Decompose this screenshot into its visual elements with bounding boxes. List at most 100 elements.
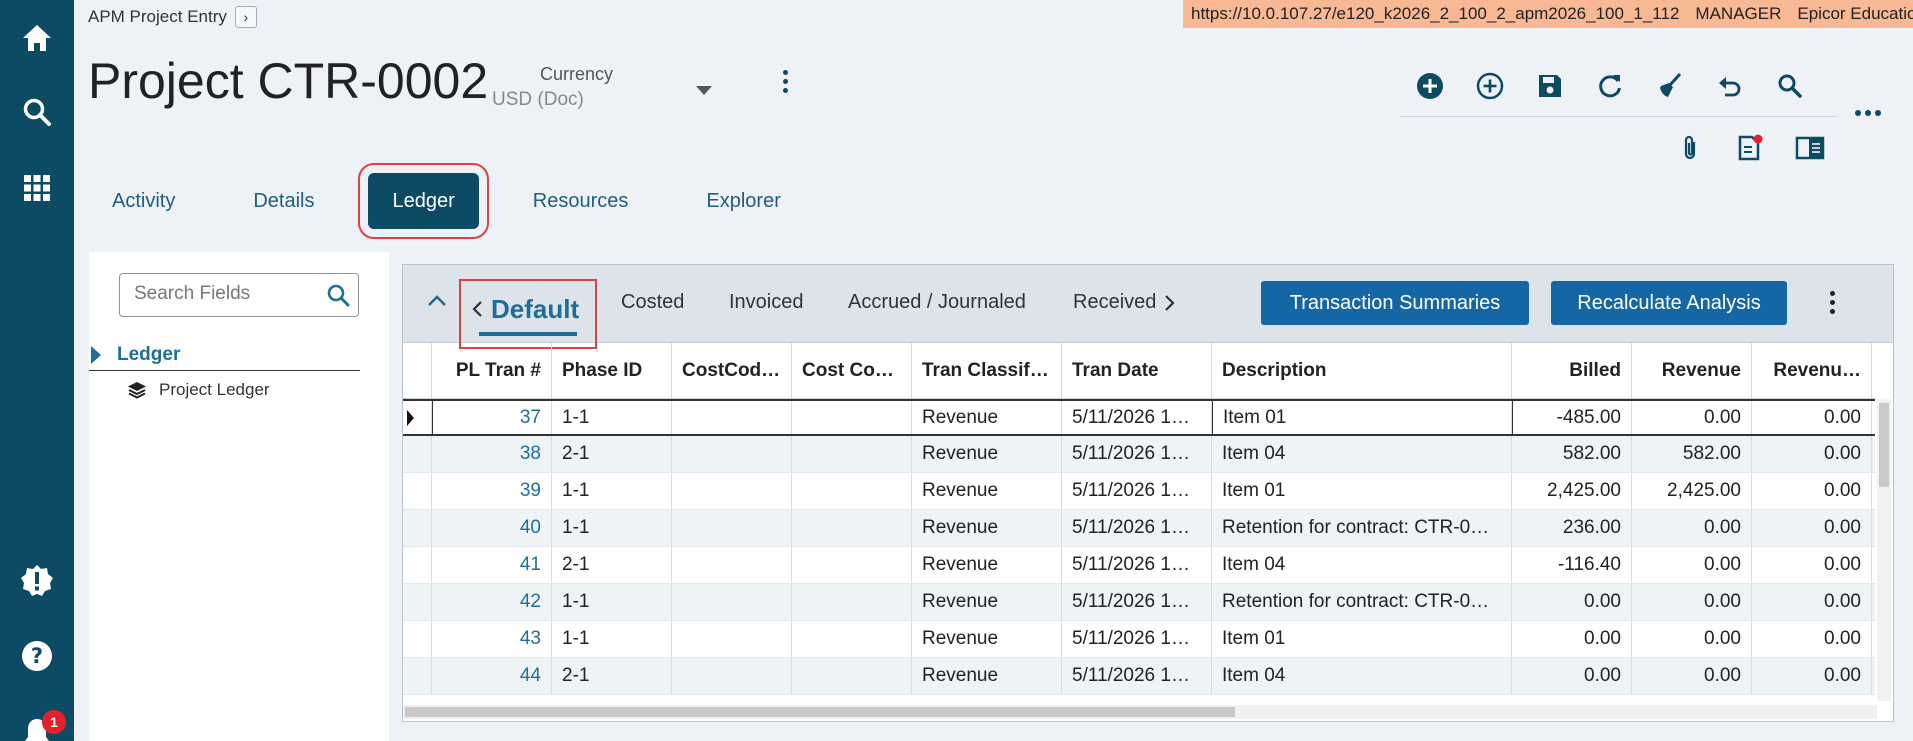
- vertical-scrollbar[interactable]: [1877, 399, 1891, 701]
- billed-cell[interactable]: 582.00: [1512, 436, 1632, 472]
- tab-activity[interactable]: Activity: [88, 173, 199, 229]
- currency-value[interactable]: USD (Doc): [492, 89, 717, 111]
- currency-field[interactable]: Currency USD (Doc): [492, 64, 717, 111]
- revenue-extra-cell[interactable]: 0.00: [1752, 436, 1872, 472]
- cost-component-cell[interactable]: [792, 436, 912, 472]
- grid-tab-costed[interactable]: Costed: [621, 291, 684, 314]
- revenue-extra-cell[interactable]: 0.00: [1752, 584, 1872, 620]
- pl-tran-cell[interactable]: 39: [432, 473, 552, 509]
- caret-right-icon[interactable]: [91, 346, 101, 364]
- table-row[interactable]: 44 2-1 Revenue 5/11/2026 1… Item 04 0.00 0.00 0…: [403, 658, 1875, 695]
- description-cell[interactable]: Item 04: [1212, 436, 1512, 472]
- column-header[interactable]: Tran Classif…: [912, 343, 1062, 398]
- home-icon[interactable]: [17, 18, 57, 58]
- pl-tran-cell[interactable]: 40: [432, 510, 552, 546]
- revenue-cell[interactable]: 582.00: [1632, 436, 1752, 472]
- search-icon[interactable]: [326, 283, 350, 312]
- phase-id-cell[interactable]: 1-1: [552, 584, 672, 620]
- chevron-left-icon[interactable]: [471, 300, 483, 318]
- phase-id-cell[interactable]: 2-1: [552, 436, 672, 472]
- cost-component-cell[interactable]: [792, 510, 912, 546]
- tran-date-cell[interactable]: 5/11/2026 1…: [1062, 436, 1212, 472]
- column-header[interactable]: Revenu…: [1752, 343, 1872, 398]
- revenue-cell[interactable]: 0.00: [1632, 621, 1752, 657]
- table-row[interactable]: 40 1-1 Revenue 5/11/2026 1… Retention for co…: [403, 510, 1875, 547]
- horizontal-scrollbar[interactable]: [403, 705, 1877, 719]
- more-vertical-icon[interactable]: [1825, 291, 1839, 319]
- row-selector[interactable]: [403, 473, 432, 509]
- description-cell[interactable]: Item 04: [1212, 658, 1512, 694]
- column-header[interactable]: Billed: [1512, 343, 1632, 398]
- pl-tran-cell[interactable]: 41: [432, 547, 552, 583]
- tree-section-ledger[interactable]: Ledger: [89, 340, 360, 371]
- column-header[interactable]: Tran Date: [1062, 343, 1212, 398]
- revenue-cell[interactable]: 0.00: [1632, 401, 1752, 434]
- revenue-cell[interactable]: 0.00: [1632, 547, 1752, 583]
- cost-component-cell[interactable]: [792, 621, 912, 657]
- panel-icon[interactable]: [1780, 128, 1840, 168]
- column-header[interactable]: Cost Co…: [792, 343, 912, 398]
- column-header[interactable]: PL Tran #: [432, 343, 552, 398]
- cost-code-cell[interactable]: [672, 584, 792, 620]
- billed-cell[interactable]: 0.00: [1512, 621, 1632, 657]
- table-row[interactable]: 41 2-1 Revenue 5/11/2026 1… Item 04 -116.40 0.…: [403, 547, 1875, 584]
- cost-component-cell[interactable]: [792, 401, 912, 434]
- row-selector[interactable]: [403, 584, 432, 620]
- refresh-icon[interactable]: [1580, 66, 1640, 106]
- revenue-cell[interactable]: 2,425.00: [1632, 473, 1752, 509]
- billed-cell[interactable]: 2,425.00: [1512, 473, 1632, 509]
- tab-explorer[interactable]: Explorer: [682, 173, 804, 229]
- tree-item-project-ledger[interactable]: Project Ledger: [127, 380, 270, 400]
- cost-component-cell[interactable]: [792, 473, 912, 509]
- alert-icon[interactable]: [17, 561, 57, 601]
- phase-id-cell[interactable]: 2-1: [552, 658, 672, 694]
- chevron-up-icon[interactable]: [427, 293, 447, 312]
- tran-class-cell[interactable]: Revenue: [912, 473, 1062, 509]
- search-icon[interactable]: [1760, 66, 1820, 106]
- add-outline-icon[interactable]: [1460, 66, 1520, 106]
- pl-tran-cell[interactable]: 43: [432, 621, 552, 657]
- revenue-extra-cell[interactable]: 0.00: [1752, 510, 1872, 546]
- pl-tran-cell[interactable]: 38: [432, 436, 552, 472]
- apps-grid-icon[interactable]: [17, 168, 57, 208]
- cost-code-cell[interactable]: [672, 436, 792, 472]
- tran-date-cell[interactable]: 5/11/2026 1…: [1062, 510, 1212, 546]
- grid-tab-received[interactable]: Received: [1073, 291, 1176, 314]
- grid-tab-accrued-journaled[interactable]: Accrued / Journaled: [848, 291, 1026, 314]
- tran-date-cell[interactable]: 5/11/2026 1…: [1062, 621, 1212, 657]
- more-horizontal-icon[interactable]: [1855, 110, 1881, 116]
- tran-class-cell[interactable]: Revenue: [912, 401, 1062, 434]
- save-icon[interactable]: [1520, 66, 1580, 106]
- search-fields-input[interactable]: [134, 274, 324, 314]
- grid-tab-invoiced[interactable]: Invoiced: [729, 291, 804, 314]
- cost-code-cell[interactable]: [672, 473, 792, 509]
- revenue-cell[interactable]: 0.00: [1632, 584, 1752, 620]
- grid-tab-default[interactable]: Default: [459, 279, 597, 349]
- row-selector[interactable]: [403, 510, 432, 546]
- billed-cell[interactable]: 0.00: [1512, 584, 1632, 620]
- revenue-extra-cell[interactable]: 0.00: [1752, 658, 1872, 694]
- column-header[interactable]: Phase ID: [552, 343, 672, 398]
- add-circle-icon[interactable]: [1400, 66, 1460, 106]
- tran-date-cell[interactable]: 5/11/2026 1…: [1062, 658, 1212, 694]
- revenue-cell[interactable]: 0.00: [1632, 510, 1752, 546]
- tran-class-cell[interactable]: Revenue: [912, 584, 1062, 620]
- tran-date-cell[interactable]: 5/11/2026 1…: [1062, 547, 1212, 583]
- row-selector[interactable]: [403, 436, 432, 472]
- tran-date-cell[interactable]: 5/11/2026 1…: [1062, 473, 1212, 509]
- tran-class-cell[interactable]: Revenue: [912, 436, 1062, 472]
- more-vertical-icon[interactable]: [778, 70, 792, 100]
- tab-ledger[interactable]: Ledger: [358, 163, 489, 239]
- tab-details[interactable]: Details: [229, 173, 338, 229]
- row-selector[interactable]: [403, 401, 432, 434]
- billed-cell[interactable]: 236.00: [1512, 510, 1632, 546]
- row-selector[interactable]: [403, 658, 432, 694]
- pl-tran-cell[interactable]: 44: [432, 658, 552, 694]
- description-cell[interactable]: Item 04: [1212, 547, 1512, 583]
- phase-id-cell[interactable]: 1-1: [552, 401, 672, 434]
- revenue-extra-cell[interactable]: 0.00: [1752, 547, 1872, 583]
- billed-cell[interactable]: 0.00: [1512, 658, 1632, 694]
- chevron-right-icon[interactable]: [1164, 294, 1176, 312]
- tran-class-cell[interactable]: Revenue: [912, 658, 1062, 694]
- table-row[interactable]: 42 1-1 Revenue 5/11/2026 1… Retention for co…: [403, 584, 1875, 621]
